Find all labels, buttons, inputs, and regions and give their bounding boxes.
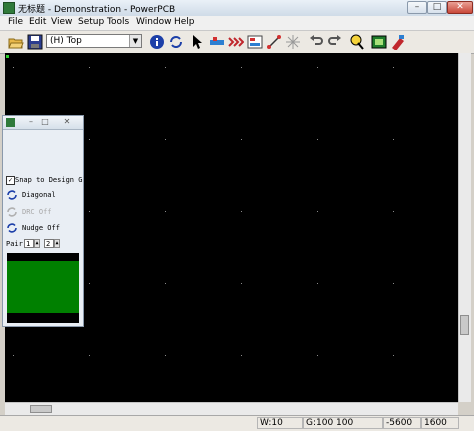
dimension-toolbar-icon[interactable]	[266, 34, 282, 50]
status-x: -5600	[383, 417, 421, 429]
minimize-button[interactable]: –	[407, 1, 427, 14]
grid-dot	[393, 355, 394, 356]
window-title: 无标题 - Demonstration - PowerPCB	[18, 5, 176, 15]
horizontal-scroll-thumb[interactable]	[30, 405, 52, 413]
app-icon[interactable]	[3, 2, 15, 14]
grid-dot	[13, 67, 14, 68]
grid-dot	[317, 283, 318, 284]
undo-icon[interactable]	[308, 34, 324, 50]
grid-dot	[241, 355, 242, 356]
cycle-icon	[7, 207, 17, 217]
origin-marker	[6, 55, 9, 58]
title-bar: 无标题 - Demonstration - PowerPCB – □ ✕	[0, 0, 474, 17]
vertical-scrollbar[interactable]	[458, 53, 471, 402]
menu-edit[interactable]: Edit	[29, 17, 46, 27]
grid-dot	[317, 355, 318, 356]
select-icon[interactable]	[190, 34, 206, 50]
vertical-scroll-thumb[interactable]	[460, 315, 469, 335]
angle-mode-label: Diagonal	[22, 191, 56, 199]
info-icon[interactable]	[149, 34, 165, 50]
design-options-panel: – □ ✕ ✓ Snap to Design G Diagonal DRC Of…	[2, 115, 84, 327]
menu-window[interactable]: Window	[136, 17, 172, 27]
status-bar: W:10 G:100 100 -5600 1600	[0, 415, 474, 431]
design-toolbar-icon[interactable]	[209, 34, 225, 50]
grid-dot	[165, 355, 166, 356]
status-width: W:10	[257, 417, 303, 429]
snap-checkbox[interactable]: ✓	[6, 176, 15, 185]
menu-bar: File Edit View Setup Tools Window Help	[0, 16, 474, 31]
grid-dot	[241, 283, 242, 284]
status-y: 1600	[421, 417, 459, 429]
grid-dot	[317, 211, 318, 212]
open-icon[interactable]	[8, 34, 24, 50]
grid-dot	[393, 211, 394, 212]
nudge-label: Nudge Off	[22, 224, 60, 232]
layer-color-preview	[7, 253, 79, 323]
toolbar: (H) Top ▼	[0, 31, 474, 54]
grid-dot	[165, 67, 166, 68]
layer-dropdown[interactable]: (H) Top ▼	[46, 34, 142, 48]
grid-dot	[13, 355, 14, 356]
zoom-icon[interactable]	[349, 34, 365, 50]
panel-maximize-button[interactable]: □	[39, 117, 51, 127]
horizontal-scrollbar[interactable]	[5, 402, 458, 415]
grid-dot	[89, 283, 90, 284]
bga-toolbar-icon[interactable]	[285, 34, 301, 50]
layout-icon[interactable]	[371, 34, 387, 50]
pair-spin-2-buttons[interactable]: ▲	[54, 239, 60, 248]
save-icon[interactable]	[27, 34, 43, 50]
menu-view[interactable]: View	[51, 17, 72, 27]
panel-close-button[interactable]: ✕	[61, 117, 73, 127]
drc-label: DRC Off	[22, 208, 52, 216]
panel-title-bar[interactable]: – □ ✕	[3, 116, 83, 130]
grid-dot	[89, 67, 90, 68]
status-grid: G:100 100	[303, 417, 383, 429]
menu-setup[interactable]: Setup	[78, 17, 104, 27]
close-button[interactable]: ✕	[447, 1, 473, 14]
panel-app-icon	[6, 118, 15, 127]
redo-icon[interactable]	[327, 34, 343, 50]
grid-dot	[165, 283, 166, 284]
cam-icon[interactable]	[390, 34, 406, 50]
chevron-down-icon[interactable]: ▼	[129, 35, 141, 47]
grid-dot	[241, 139, 242, 140]
snap-label: Snap to Design G	[15, 176, 83, 184]
cycle-icon[interactable]	[6, 189, 18, 201]
layer-color-swatch	[7, 261, 79, 313]
grid-dot	[89, 139, 90, 140]
ecr-toolbar-icon[interactable]	[228, 34, 244, 50]
layer-dropdown-value: (H) Top	[50, 36, 82, 46]
grid-dot	[393, 139, 394, 140]
grid-dot	[165, 211, 166, 212]
menu-tools[interactable]: Tools	[107, 17, 129, 27]
grid-dot	[393, 283, 394, 284]
grid-dot	[393, 67, 394, 68]
grid-dot	[241, 67, 242, 68]
panel-minimize-button[interactable]: –	[25, 117, 37, 127]
pair-spin-1-value[interactable]: 1	[24, 239, 34, 248]
grid-dot	[89, 355, 90, 356]
grid-dot	[89, 211, 90, 212]
maximize-button[interactable]: □	[427, 1, 447, 14]
grid-dot	[317, 139, 318, 140]
menu-file[interactable]: File	[8, 17, 23, 27]
pair-spin-1-buttons[interactable]: ▲	[34, 239, 40, 248]
grid-dot	[165, 139, 166, 140]
drafting-toolbar-icon[interactable]	[247, 34, 263, 50]
menu-help[interactable]: Help	[174, 17, 195, 27]
grid-dot	[317, 67, 318, 68]
redraw-icon[interactable]	[168, 34, 184, 50]
pair-label: Pair	[6, 240, 23, 248]
cycle-icon[interactable]	[6, 222, 18, 234]
grid-dot	[241, 211, 242, 212]
pair-spin-2-value[interactable]: 2	[44, 239, 54, 248]
